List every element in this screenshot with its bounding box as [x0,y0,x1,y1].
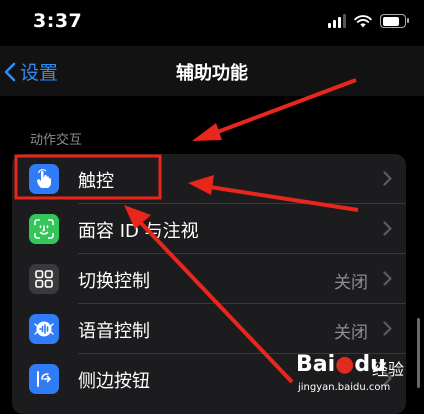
settings-row-switch-control[interactable]: 切换控制 关闭 [12,254,406,304]
chevron-right-icon [383,271,392,286]
settings-row-value: 关闭 [334,323,368,343]
section-header: 动作交互 [30,133,83,148]
voice-control-icon [29,314,59,344]
hand-touch-icon [29,164,59,194]
navigation-bar: 设置 辅助功能 [0,46,424,96]
status-bar: 3:37 [0,0,424,46]
watermark-name: 经验 [372,360,405,379]
chevron-right-icon [383,321,392,336]
settings-row-label: 面容 ID 与注视 [78,221,199,242]
side-button-icon [29,364,59,394]
settings-row-label: 切换控制 [78,271,150,292]
watermark: Bai●du 经验 jingyan.baidu.com [296,352,416,400]
status-icons [328,14,409,28]
wifi-icon [354,14,372,27]
settings-row-voice-control[interactable]: 语音控制 关闭 [12,304,406,354]
settings-row-label: 侧边按钮 [78,371,150,392]
battery-icon [380,14,409,28]
settings-row-label: 语音控制 [78,321,150,342]
page-title: 辅助功能 [176,63,248,84]
settings-row-label: 触控 [78,171,114,192]
chevron-right-icon [383,171,392,186]
status-time: 3:37 [33,10,83,32]
baidu-paw-icon: ● [335,352,355,377]
cellular-signal-icon [328,14,346,28]
face-id-icon [29,214,59,244]
chevron-right-icon [383,221,392,236]
scrollbar[interactable] [417,318,420,388]
settings-row-touch[interactable]: 触控 [12,154,406,204]
watermark-url: jingyan.baidu.com [298,382,391,393]
settings-row-value: 关闭 [334,273,368,293]
settings-row-face-id[interactable]: 面容 ID 与注视 [12,204,406,254]
switch-control-icon [29,264,59,294]
